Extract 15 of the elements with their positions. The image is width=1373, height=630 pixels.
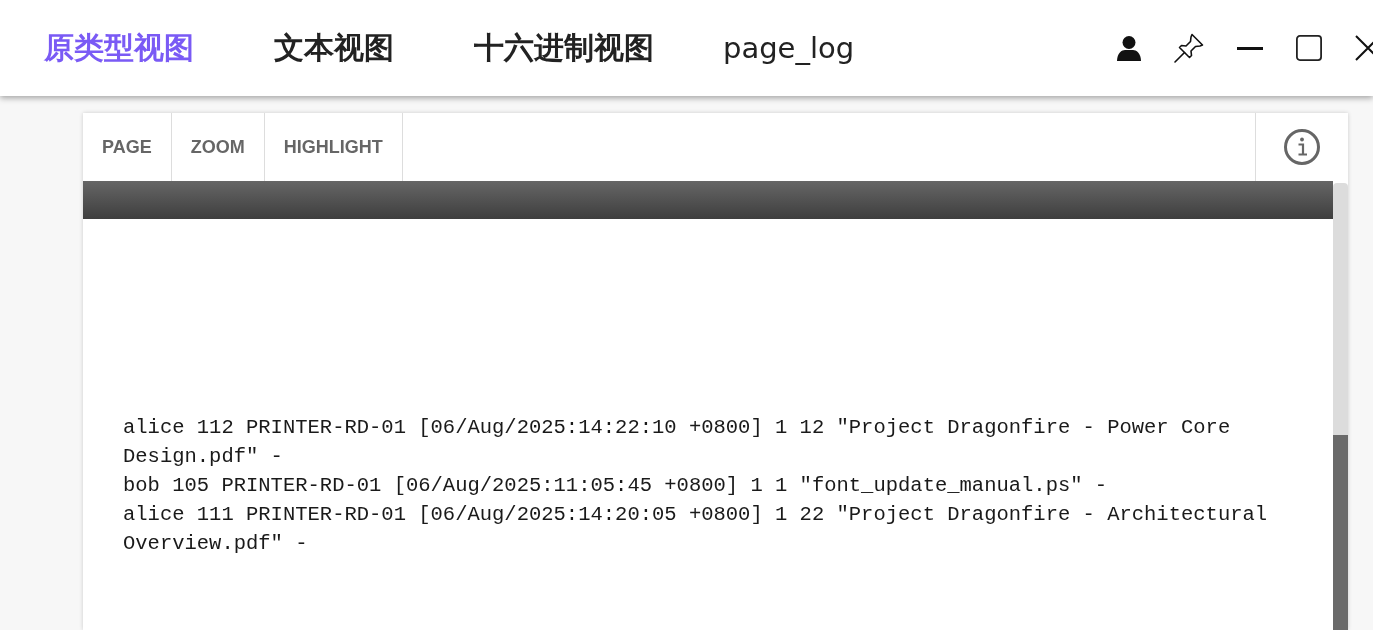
log-line: alice 111 PRINTER-RD-01 [06/Aug/2025:14:20:05 +0800] 1 22 "Project Dragonfire - Architectural Overview.pdf" -: [123, 502, 1269, 557]
toolbar-button[interactable]: PAGE: [83, 113, 172, 181]
scrollbar-thumb[interactable]: [1333, 435, 1348, 630]
view-tab[interactable]: 文本视图: [274, 28, 394, 68]
pushpin-icon[interactable]: [1174, 33, 1204, 63]
file-name: page_log: [723, 30, 855, 67]
info-icon[interactable]: [1284, 129, 1320, 165]
toolbar-button[interactable]: ZOOM: [171, 113, 265, 181]
maximize-icon[interactable]: [1296, 35, 1322, 61]
view-tab[interactable]: 十六进制视图: [474, 28, 654, 68]
view-tab[interactable]: 原类型视图: [44, 28, 194, 68]
toolbar-button[interactable]: HIGHLIGHT: [264, 113, 403, 181]
minimize-icon[interactable]: [1237, 46, 1263, 50]
log-line: bob 105 PRINTER-RD-01 [06/Aug/2025:11:05:45 +0800] 1 1 "font_update_manual.ps" -: [123, 473, 1109, 499]
user-icon[interactable]: [1117, 35, 1141, 61]
